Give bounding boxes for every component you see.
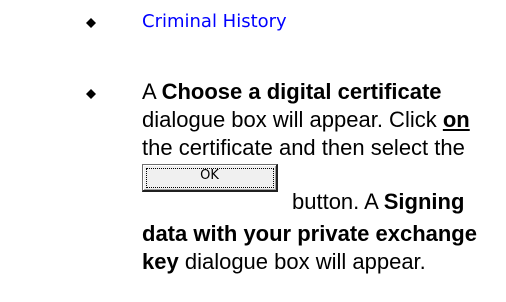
ok-button[interactable]: OK <box>142 164 278 192</box>
dialog-name-signing-part3: key <box>142 249 179 274</box>
text-segment: A <box>142 79 162 104</box>
diamond-bullet-icon <box>86 89 96 99</box>
instruction-line-1: A Choose a digital certificate <box>142 78 506 106</box>
instruction-line-3: the certificate and then select the <box>142 135 465 160</box>
text-segment: button. A <box>292 189 384 214</box>
dialog-name-signing-part2: data with your private exchange <box>142 221 477 246</box>
instruction-line-6: key dialogue box will appear. <box>142 248 506 276</box>
text-segment: dialogue box will appear. Click <box>142 107 443 132</box>
instruction-line-2: dialogue box will appear. Click on <box>142 106 506 134</box>
instruction-line-5: data with your private exchange <box>142 220 506 248</box>
instruction-paragraph: A Choose a digital certificate dialogue … <box>142 78 506 276</box>
dialog-name-choose-certificate: Choose a digital certificate <box>161 79 442 104</box>
instruction-line-4: button. A Signing <box>292 188 464 216</box>
criminal-history-link[interactable]: Criminal History <box>142 10 287 34</box>
diamond-bullet-icon <box>86 18 96 28</box>
text-segment: dialogue box will appear. <box>178 249 426 274</box>
dialog-name-signing-part1: Signing <box>383 189 465 214</box>
emphasis-on: on <box>442 107 470 132</box>
ok-button-row: OK button. A Signing <box>142 162 506 220</box>
